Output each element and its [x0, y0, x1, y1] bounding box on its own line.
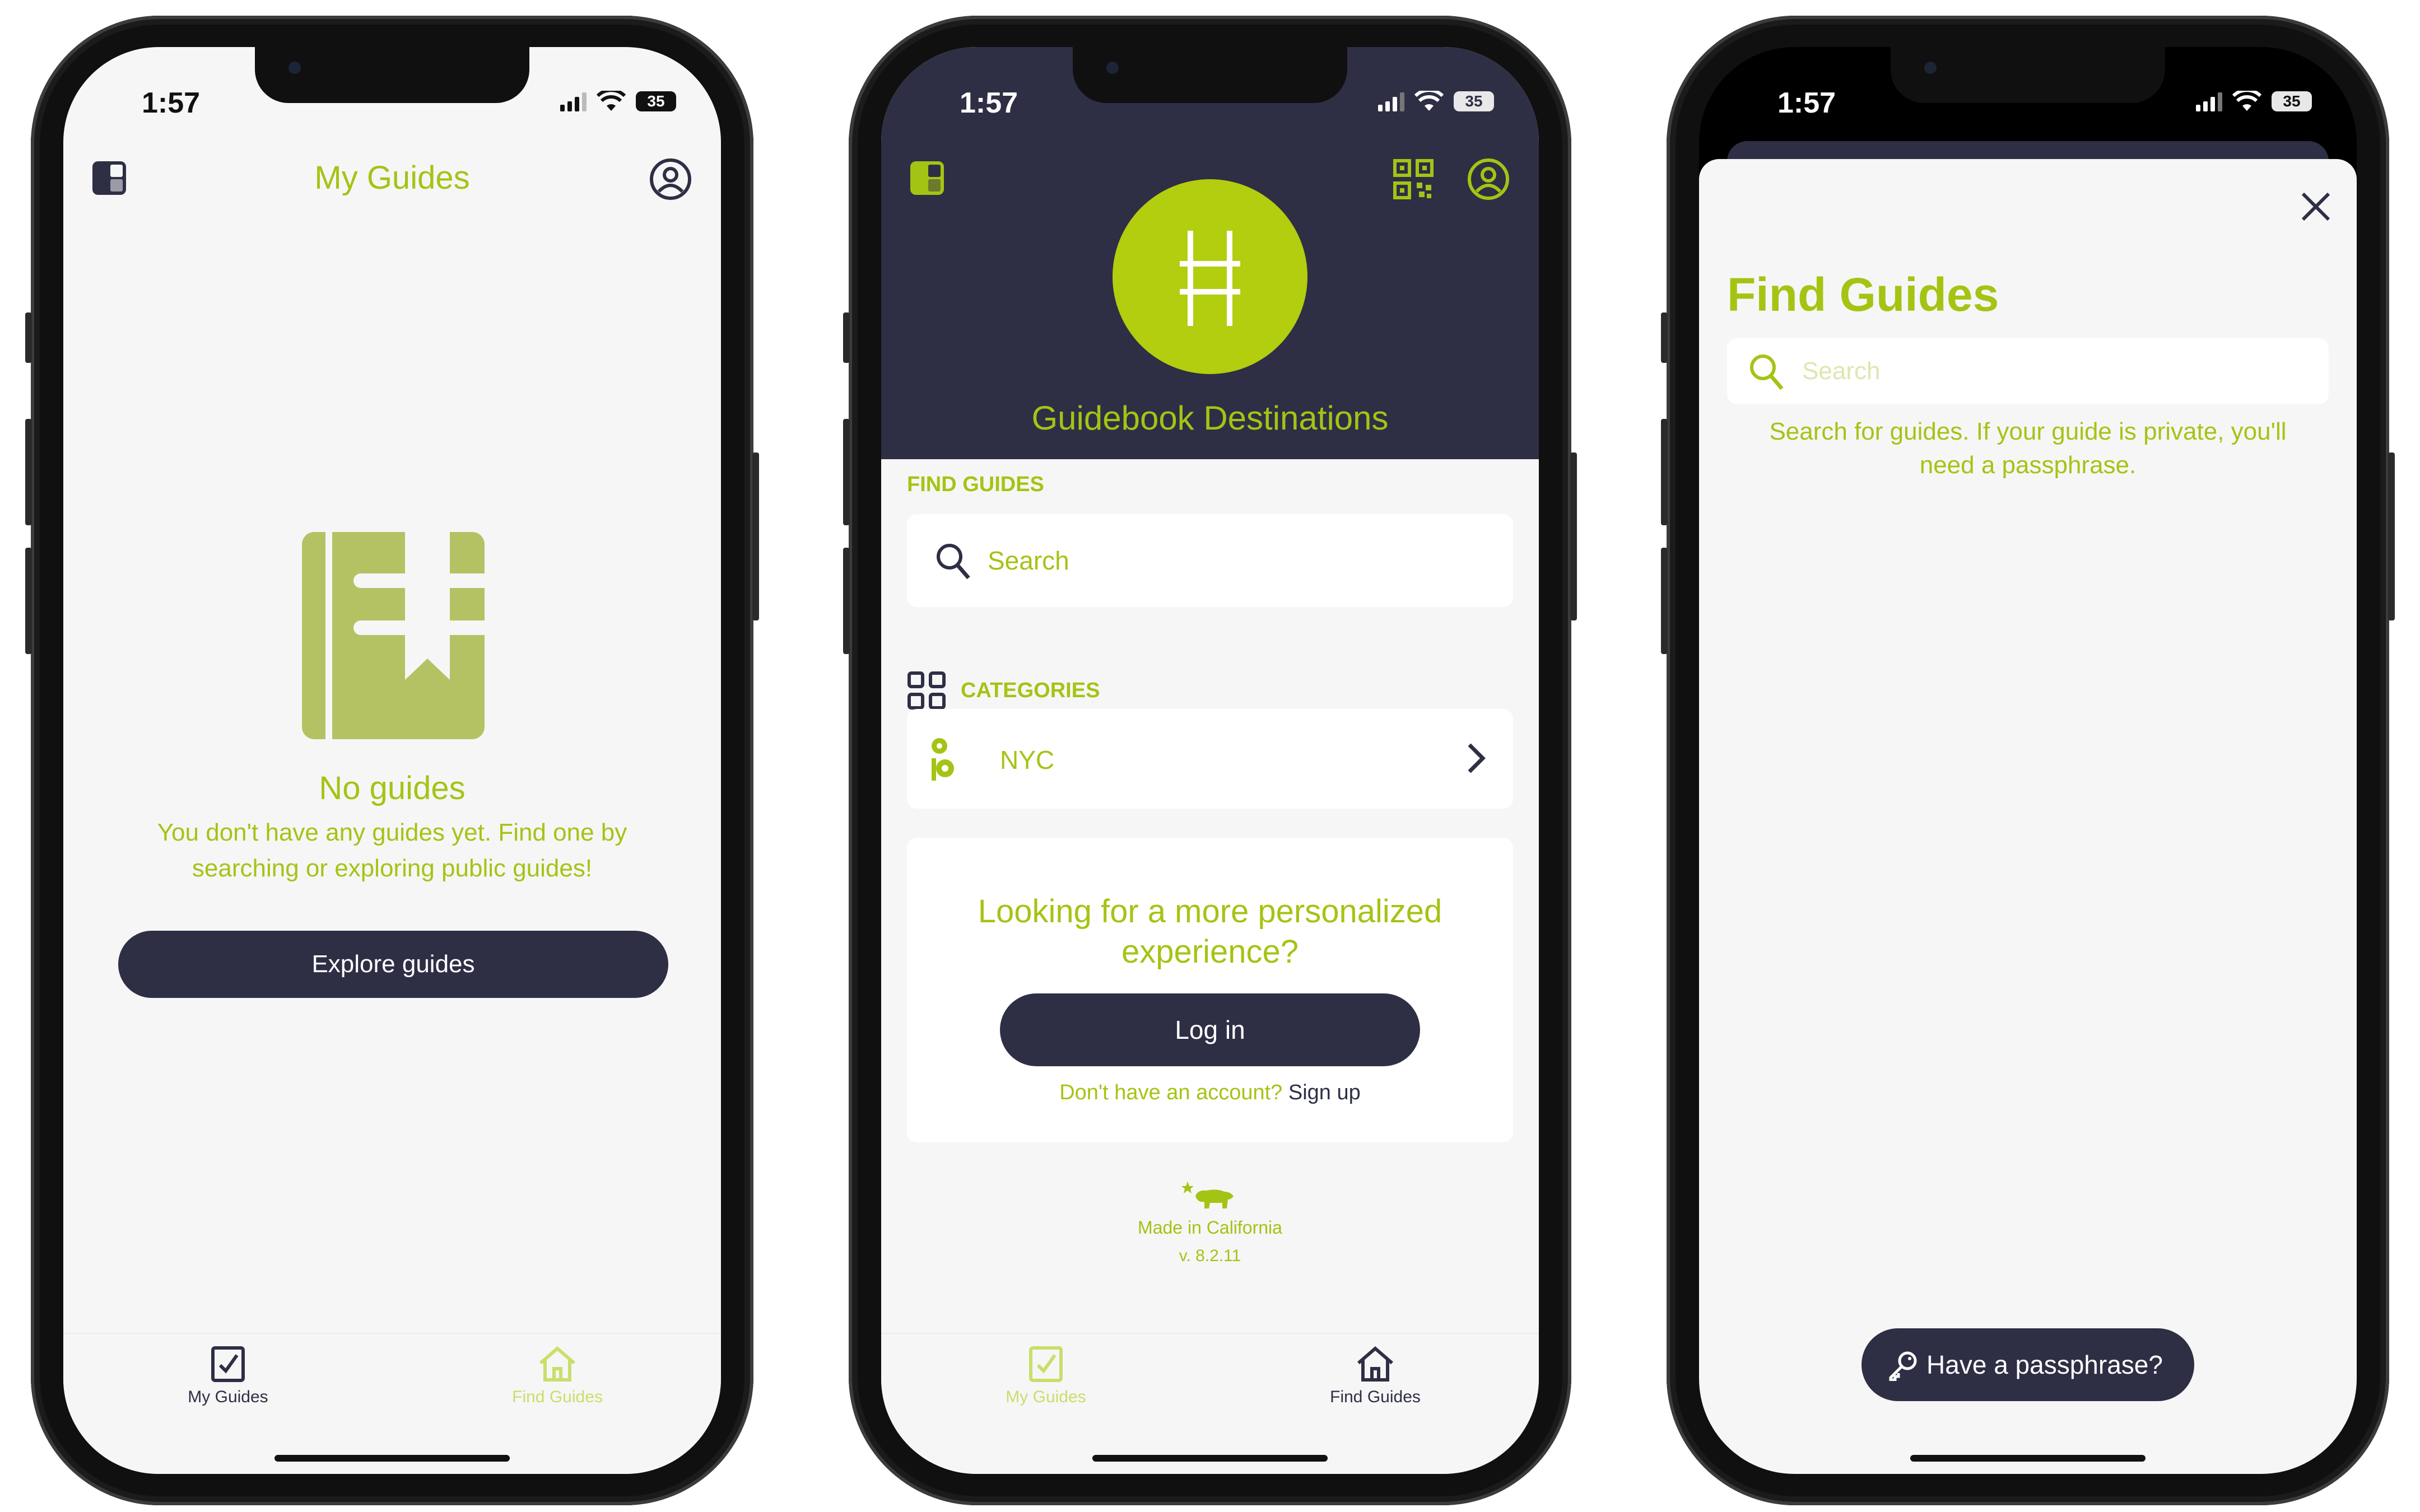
modal-title: Find Guides: [1727, 268, 1999, 321]
home-icon: [1357, 1346, 1393, 1382]
empty-state-description-line1: You don't have any guides yet. Find one …: [157, 819, 627, 846]
account-icon[interactable]: [1467, 158, 1510, 200]
find-guides-modal: Find Guides Search Search for guides. If…: [1699, 159, 2357, 1474]
personalized-text-line1: Looking for a more personalized: [978, 893, 1442, 930]
made-in-california: Made in California: [1138, 1217, 1282, 1238]
checklist-icon: [211, 1346, 245, 1382]
screen-my-guides: 1:57 35 My Guides No guides You don't ha…: [63, 47, 721, 1474]
page-title: My Guides: [314, 160, 470, 196]
screen-guidebook-destinations: 1:57 35 Guidebook Destinations FIND GUID…: [881, 47, 1539, 1474]
battery-indicator: 35: [2272, 91, 2312, 111]
status-time: 1:57: [142, 87, 201, 119]
guidebook-logo-icon: [1113, 179, 1307, 374]
find-guides-heading: FIND GUIDES: [907, 473, 1044, 496]
home-icon: [539, 1346, 575, 1382]
tab-find-guides[interactable]: Find Guides: [1291, 1345, 1459, 1407]
grid-icon: [908, 671, 946, 710]
search-icon: [1750, 354, 1784, 390]
category-row-nyc[interactable]: NYC: [907, 709, 1513, 809]
home-indicator: [1910, 1455, 2146, 1462]
search-bar[interactable]: Search: [1727, 338, 2329, 404]
panel-icon[interactable]: [909, 160, 945, 196]
wifi-icon: [597, 91, 626, 111]
category-label-nyc: NYC: [1000, 745, 1055, 774]
cellular-signal-icon: [2196, 91, 2222, 111]
california-bear-icon: [1182, 1182, 1234, 1208]
log-in-button[interactable]: Log in: [1000, 993, 1420, 1066]
cellular-signal-icon: [560, 91, 587, 111]
empty-state-description-line2: searching or exploring public guides!: [192, 855, 593, 882]
tab-my-guides-label: My Guides: [1006, 1388, 1086, 1406]
checklist-icon: [1029, 1346, 1063, 1382]
wifi-icon: [2232, 91, 2261, 111]
status-time: 1:57: [960, 87, 1018, 119]
screen-find-guides: 1:57 35 Find Guides Search Search for gu…: [1699, 47, 2357, 1474]
phone-find-guides: 1:57 35 Find Guides Search Search for gu…: [1661, 16, 2395, 1505]
nyc-category-icon: [932, 738, 954, 781]
organization-name: Guidebook Destinations: [1031, 399, 1389, 437]
home-indicator: [1092, 1455, 1328, 1462]
have-passphrase-button[interactable]: Have a passphrase?: [1861, 1328, 2194, 1401]
tab-find-guides[interactable]: Find Guides: [473, 1345, 641, 1407]
have-passphrase-label: Have a passphrase?: [1926, 1350, 2163, 1379]
cellular-signal-icon: [1378, 91, 1404, 111]
camera: [1106, 62, 1119, 74]
search-placeholder: Search: [1802, 357, 1881, 385]
battery-indicator: 35: [1454, 91, 1494, 111]
personalized-text-line2: experience?: [1121, 934, 1299, 970]
phone-guidebook-destinations: 1:57 35 Guidebook Destinations FIND GUID…: [843, 16, 1577, 1505]
book-bookmark-icon: [302, 532, 485, 739]
sign-up-link[interactable]: Sign up: [1288, 1081, 1361, 1104]
tab-my-guides[interactable]: My Guides: [144, 1345, 312, 1407]
camera: [288, 62, 301, 74]
search-placeholder: Search: [988, 546, 1069, 575]
tab-bar: My Guides Find Guides: [881, 1333, 1539, 1474]
tab-bar: My Guides Find Guides: [63, 1333, 721, 1474]
battery-indicator: 35: [636, 91, 676, 111]
search-hint-line1: Search for guides. If your guide is priv…: [1769, 418, 2287, 445]
no-account-text: Don't have an account?: [1059, 1081, 1283, 1104]
chevron-right-icon: [1468, 743, 1486, 773]
wifi-icon: [1414, 91, 1444, 111]
categories-heading: CATEGORIES: [961, 679, 1100, 702]
tab-my-guides-label: My Guides: [188, 1388, 268, 1406]
search-hint-line2: need a passphrase.: [1919, 451, 2137, 479]
explore-guides-button[interactable]: Explore guides: [118, 931, 668, 998]
status-time: 1:57: [1777, 87, 1836, 119]
tab-find-guides-label: Find Guides: [1330, 1388, 1421, 1406]
tab-my-guides[interactable]: My Guides: [962, 1345, 1130, 1407]
home-indicator: [274, 1455, 510, 1462]
key-icon: [1889, 1351, 1917, 1381]
qr-code-icon[interactable]: [1393, 159, 1434, 199]
tab-find-guides-label: Find Guides: [512, 1388, 603, 1406]
signup-prompt: Don't have an account? Sign up: [907, 1081, 1513, 1105]
close-icon[interactable]: [2300, 190, 2332, 223]
empty-state-title: No guides: [319, 770, 466, 806]
app-version: v. 8.2.11: [1179, 1247, 1241, 1265]
account-icon[interactable]: [649, 158, 692, 200]
search-icon: [937, 544, 970, 580]
login-prompt-card: Looking for a more personalized experien…: [907, 838, 1513, 1142]
search-bar[interactable]: Search: [907, 514, 1513, 607]
camera: [1924, 62, 1937, 74]
phone-my-guides: 1:57 35 My Guides No guides You don't ha…: [25, 16, 759, 1505]
